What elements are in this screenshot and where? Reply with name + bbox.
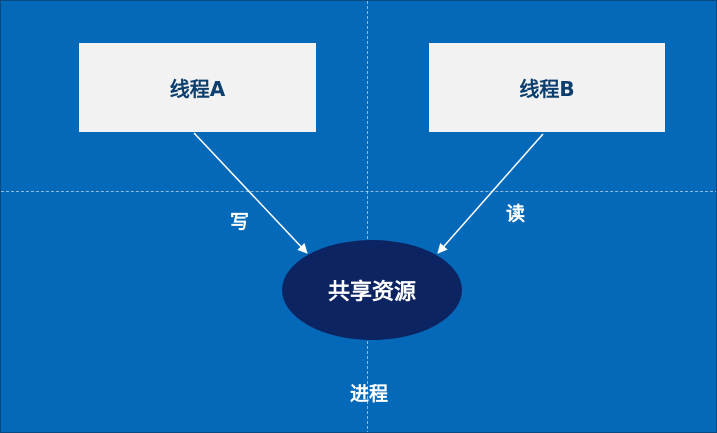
write-edge-label: 写: [230, 211, 250, 233]
thread-b-box: 线程B: [429, 43, 665, 132]
process-label: 进程: [350, 383, 389, 405]
read-edge-label: 读: [506, 203, 526, 225]
shared-resource-label: 共享资源: [327, 280, 416, 305]
thread-a-label: 线程A: [169, 77, 226, 101]
thread-b-label: 线程B: [519, 77, 575, 101]
read-arrow: [437, 133, 544, 254]
shared-resource-ellipse: 共享资源: [282, 240, 462, 340]
write-arrow: [193, 132, 308, 254]
diagram-canvas: 线程A 线程B 共享资源 写 读 进程: [0, 0, 717, 433]
thread-a-box: 线程A: [79, 43, 316, 132]
vertical-guide-line: [367, 1, 368, 432]
horizontal-guide-line: [1, 191, 716, 192]
